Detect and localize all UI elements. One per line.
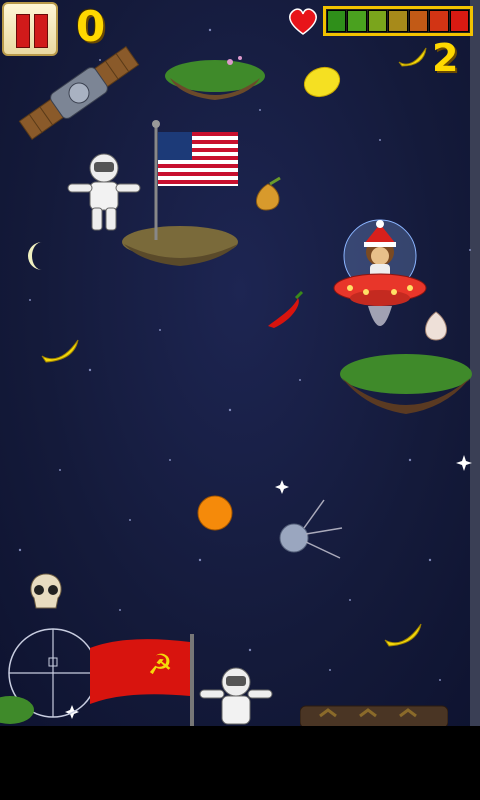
skull-hazard xyxy=(30,573,62,609)
pause-button[interactable] xyxy=(2,2,58,56)
banana-icon xyxy=(398,47,427,67)
health-bar xyxy=(323,6,473,36)
sputnik-icon xyxy=(279,499,343,559)
banana-pickup xyxy=(384,623,422,647)
floating-island xyxy=(340,354,472,414)
sparkle xyxy=(275,480,289,494)
banana-pickup xyxy=(41,339,79,363)
moon-pickup xyxy=(28,242,42,270)
health-segment xyxy=(367,10,388,32)
game-scene: ☭ 0 2 xyxy=(0,0,480,726)
health-segment xyxy=(347,10,367,32)
onion-pickup xyxy=(256,176,281,211)
floating-island xyxy=(0,696,34,724)
orange-pickup xyxy=(197,495,233,531)
banana-counter: 2 xyxy=(432,36,459,80)
platform xyxy=(300,705,448,726)
health-segment xyxy=(408,10,429,32)
astronaut-icon xyxy=(199,667,273,725)
score-counter: 0 xyxy=(76,2,106,51)
pause-bar xyxy=(34,14,48,48)
garlic-pickup xyxy=(425,311,447,341)
health-segment xyxy=(449,10,469,32)
bottom-bar xyxy=(0,726,480,800)
soviet-flag: ☭ xyxy=(90,634,194,726)
health-segment xyxy=(388,10,408,32)
sparkle xyxy=(456,455,472,471)
lemon-pickup xyxy=(303,66,341,98)
us-flag-island xyxy=(122,120,238,266)
chili-pickup xyxy=(268,290,304,328)
pause-bar xyxy=(16,14,30,48)
health-segment xyxy=(429,10,449,32)
svg-text:☭: ☭ xyxy=(147,648,172,681)
health-segment xyxy=(327,10,347,32)
floating-island xyxy=(165,56,265,100)
heart-icon xyxy=(289,8,317,35)
player-ufo-monkey xyxy=(333,219,427,326)
